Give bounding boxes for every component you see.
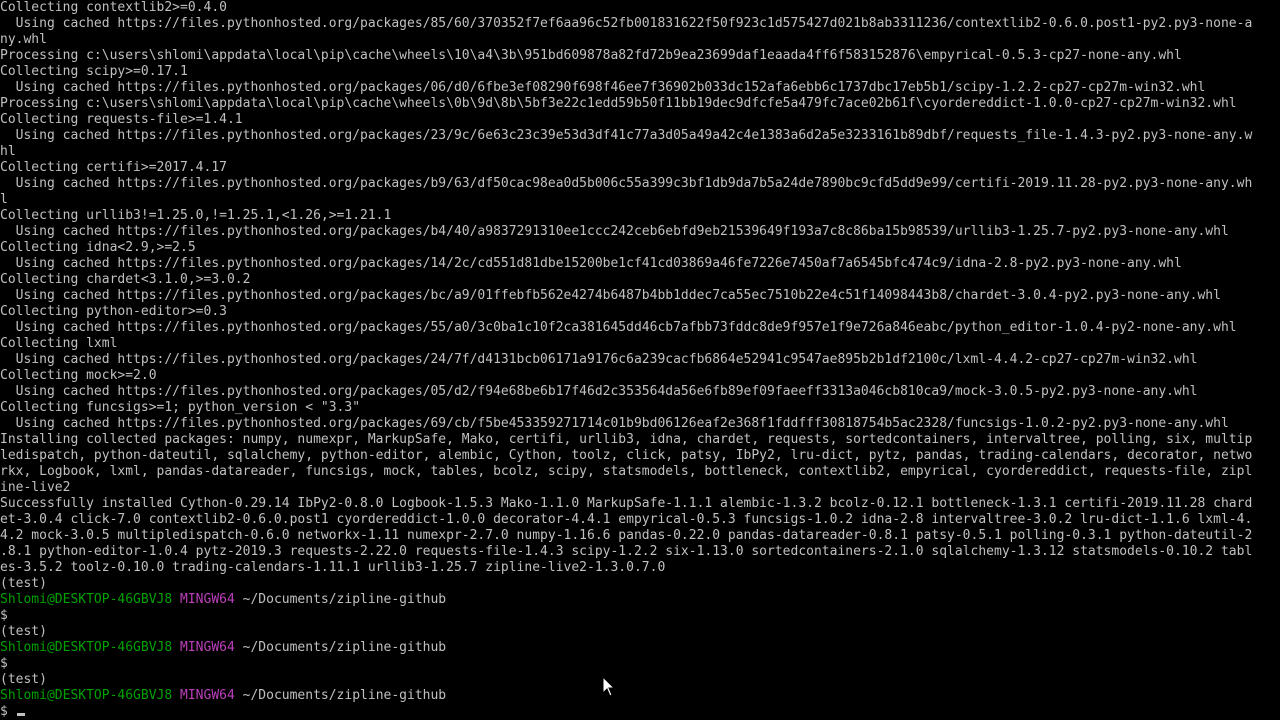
output-line: ine-live2 (0, 480, 71, 495)
output-line: es-3.5.2 toolz-0.10.0 trading-calendars-… (0, 560, 666, 575)
prompt-line: Shlomi@DESKTOP-46GBVJ8 MINGW64 ~/Documen… (0, 592, 1280, 608)
command-input-line[interactable]: $ (0, 656, 1280, 672)
output-line: Using cached https://files.pythonhosted.… (0, 256, 1182, 271)
output-line: ny.whl (0, 32, 47, 47)
output-line: Installing collected packages: numpy, nu… (0, 432, 1253, 447)
terminal-window[interactable]: Collecting contextlib2>=0.4.0 Using cach… (0, 0, 1280, 720)
output-line: Using cached https://files.pythonhosted.… (0, 384, 1198, 399)
output-line: Processing c:\users\shlomi\appdata\local… (0, 48, 1182, 63)
output-line: et-3.0.4 click-7.0 contextlib2-0.6.0.pos… (0, 512, 1253, 527)
output-line: Using cached https://files.pythonhosted.… (0, 416, 1229, 431)
output-line: Collecting funcsigs>=1; python_version <… (0, 400, 361, 415)
prompt-path: ~/Documents/zipline-github (242, 592, 447, 607)
prompt-symbol: $ (0, 656, 8, 671)
prompt-system: MINGW64 (180, 640, 235, 655)
output-line: Collecting chardet<3.1.0,>=3.0.2 (0, 272, 251, 287)
output-line: 4.2 mock-3.0.5 multipledispatch-0.6.0 ne… (0, 528, 1253, 543)
output-line: Collecting urllib3!=1.25.0,!=1.25.1,<1.2… (0, 208, 392, 223)
output-line: Successfully installed Cython-0.29.14 Ib… (0, 496, 1253, 511)
prompt-history: (test) Shlomi@DESKTOP-46GBVJ8 MINGW64 ~/D… (0, 576, 1280, 720)
output-line: Using cached https://files.pythonhosted.… (0, 80, 1206, 95)
virtualenv-label: (test) (0, 576, 47, 591)
virtualenv-label: (test) (0, 624, 47, 639)
prompt-path: ~/Documents/zipline-github (242, 640, 447, 655)
prompt-system: MINGW64 (180, 592, 235, 607)
output-line: Using cached https://files.pythonhosted.… (0, 176, 1253, 191)
command-input-line[interactable]: $ (0, 608, 1280, 624)
text-cursor-icon (16, 713, 25, 716)
prompt-user-host: Shlomi@DESKTOP-46GBVJ8 (0, 688, 173, 703)
virtualenv-label: (test) (0, 672, 47, 687)
mouse-pointer-icon (602, 676, 616, 697)
output-line: ledispatch, python-dateutil, sqlalchemy,… (0, 448, 1253, 463)
output-line: Collecting idna<2.9,>=2.5 (0, 240, 196, 255)
output-line: Using cached https://files.pythonhosted.… (0, 224, 1229, 239)
output-line: Collecting requests-file>=1.4.1 (0, 112, 243, 127)
output-line: Collecting scipy>=0.17.1 (0, 64, 188, 79)
prompt-symbol: $ (0, 608, 8, 623)
output-line: Using cached https://files.pythonhosted.… (0, 16, 1253, 31)
output-line: Collecting mock>=2.0 (0, 368, 157, 383)
output-line: Collecting lxml (0, 336, 118, 351)
prompt-line: Shlomi@DESKTOP-46GBVJ8 MINGW64 ~/Documen… (0, 640, 1280, 656)
prompt-line: Shlomi@DESKTOP-46GBVJ8 MINGW64 ~/Documen… (0, 688, 1280, 704)
output-line: rkx, Logbook, lxml, pandas-datareader, f… (0, 464, 1253, 479)
output-line: l (0, 192, 8, 207)
output-line: Using cached https://files.pythonhosted.… (0, 320, 1237, 335)
output-line: Using cached https://files.pythonhosted.… (0, 352, 1198, 367)
prompt-symbol: $ (0, 704, 8, 719)
prompt-path: ~/Documents/zipline-github (242, 688, 447, 703)
output-line: hl (0, 144, 16, 159)
prompt-user-host: Shlomi@DESKTOP-46GBVJ8 (0, 592, 173, 607)
output-line: Using cached https://files.pythonhosted.… (0, 288, 1221, 303)
output-line: Collecting certifi>=2017.4.17 (0, 160, 227, 175)
output-line: Collecting python-editor>=0.3 (0, 304, 227, 319)
output-line: .8.1 python-editor-1.0.4 pytz-2019.3 req… (0, 544, 1253, 559)
output-line: Using cached https://files.pythonhosted.… (0, 128, 1253, 143)
prompt-system: MINGW64 (180, 688, 235, 703)
terminal-output: Collecting contextlib2>=0.4.0 Using cach… (0, 0, 1280, 576)
output-line: Processing c:\users\shlomi\appdata\local… (0, 96, 1237, 111)
output-line: Collecting contextlib2>=0.4.0 (0, 0, 227, 15)
command-input-line[interactable]: $ (0, 704, 1280, 720)
prompt-user-host: Shlomi@DESKTOP-46GBVJ8 (0, 640, 173, 655)
